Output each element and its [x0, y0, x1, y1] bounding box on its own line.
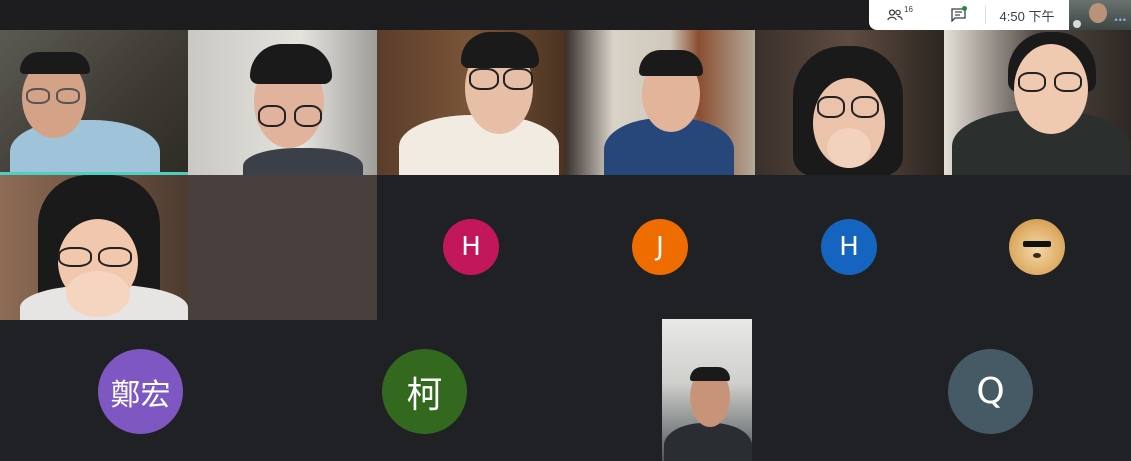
sunglasses-icon — [1023, 241, 1051, 247]
doge-nose — [1033, 253, 1041, 258]
video-tile-1[interactable]: 你 — [0, 30, 188, 175]
video-tile-13[interactable] — [662, 319, 752, 461]
video-tile-5[interactable] — [755, 30, 944, 175]
chat-button[interactable] — [931, 0, 985, 30]
more-options-icon[interactable]: ••• — [1115, 15, 1127, 25]
self-view-thumbnail[interactable]: ••• — [1069, 0, 1131, 30]
mic-icon — [1073, 20, 1081, 28]
participant-avatar-doge[interactable] — [1009, 219, 1065, 275]
participant-avatar-zhenghong[interactable]: 鄭宏 — [98, 349, 183, 434]
video-tile-7[interactable] — [0, 175, 188, 320]
video-tile-6[interactable] — [944, 30, 1131, 175]
people-count: 16 — [904, 4, 913, 14]
participant-avatar-j[interactable]: J — [632, 219, 688, 275]
participant-avatar-h-2[interactable]: H — [821, 219, 877, 275]
video-tile-4[interactable] — [566, 30, 755, 175]
video-tile-3[interactable] — [377, 30, 566, 175]
participant-avatar-ke[interactable]: 柯 — [382, 349, 467, 434]
people-button[interactable]: 16 — [869, 0, 931, 30]
video-tile-8[interactable] — [188, 175, 377, 320]
video-tile-2[interactable] — [188, 30, 377, 175]
chat-notification-dot — [962, 6, 967, 11]
people-icon — [887, 9, 903, 21]
participant-avatar-h-1[interactable]: H — [443, 219, 499, 275]
participant-avatar-q[interactable]: Q — [948, 349, 1033, 434]
self-view-person — [1089, 3, 1107, 23]
clock: 4:50 下午 — [999, 8, 1055, 24]
